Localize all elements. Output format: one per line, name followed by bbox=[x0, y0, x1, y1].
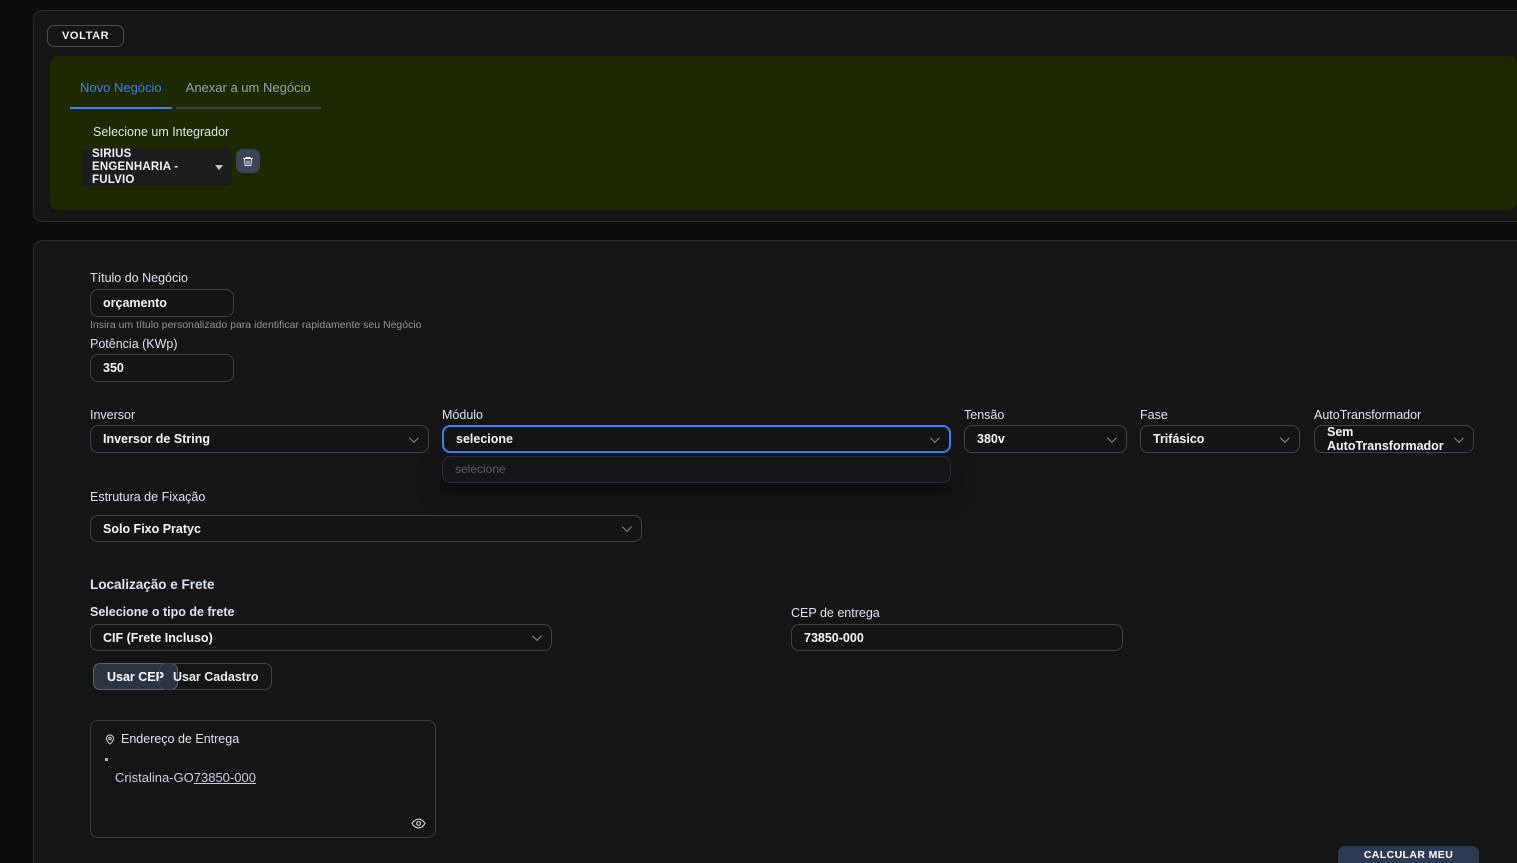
map-pin-icon bbox=[104, 733, 116, 746]
inversor-label: Inversor bbox=[90, 408, 135, 422]
delivery-address-card: Endereço de Entrega Cristalina-GO73850-0… bbox=[90, 720, 436, 838]
cep-input[interactable]: 73850-000 bbox=[791, 624, 1123, 651]
freight-type-select[interactable]: CIF (Frete Incluso) bbox=[90, 624, 552, 651]
fase-select[interactable]: Trifásico bbox=[1140, 425, 1300, 453]
address-city: Cristalina-GO bbox=[115, 770, 194, 785]
deal-title-helper: Insira um título personalizado para iden… bbox=[90, 319, 422, 331]
autotransformador-value: Sem AutoTransformador bbox=[1327, 425, 1446, 453]
use-registry-button[interactable]: Usar Cadastro bbox=[159, 663, 272, 690]
calculate-system-button[interactable]: CALCULAR MEU SISTEMA bbox=[1338, 846, 1479, 863]
tab-anexar-negocio[interactable]: Anexar a um Negócio bbox=[176, 76, 321, 109]
modulo-label: Módulo bbox=[442, 408, 483, 422]
chevron-down-icon bbox=[1107, 433, 1117, 443]
caret-down-icon bbox=[215, 165, 223, 170]
chevron-down-icon bbox=[1280, 433, 1290, 443]
eye-icon bbox=[411, 816, 426, 831]
estrutura-label: Estrutura de Fixação bbox=[90, 490, 205, 504]
integrator-panel: Novo Negócio Anexar a um Negócio Selecio… bbox=[50, 56, 1517, 210]
chevron-down-icon bbox=[409, 433, 419, 443]
modulo-select[interactable]: selecione bbox=[442, 425, 951, 453]
trash-icon bbox=[242, 155, 254, 168]
delivery-address-header: Endereço de Entrega bbox=[104, 732, 239, 746]
inversor-select[interactable]: Inversor de String bbox=[90, 425, 429, 453]
tensao-label: Tensão bbox=[964, 408, 1004, 422]
power-input[interactable]: 350 bbox=[90, 354, 234, 382]
integrator-selected-value: SIRIUS ENGENHARIA - FULVIO bbox=[92, 148, 210, 188]
power-label: Potência (KWp) bbox=[90, 337, 178, 351]
page: VOLTAR Novo Negócio Anexar a um Negócio … bbox=[0, 0, 1517, 863]
autotransformador-select[interactable]: Sem AutoTransformador bbox=[1314, 425, 1474, 453]
chevron-down-icon bbox=[930, 433, 940, 443]
chevron-down-icon bbox=[1454, 433, 1464, 443]
estrutura-value: Solo Fixo Pratyc bbox=[103, 522, 201, 536]
chevron-down-icon bbox=[622, 522, 632, 532]
deal-form-card: Título do Negócio orçamento Insira um tí… bbox=[33, 240, 1517, 863]
tab-novo-negocio[interactable]: Novo Negócio bbox=[70, 76, 172, 109]
integrator-label: Selecione um Integrador bbox=[93, 125, 229, 139]
chevron-down-icon bbox=[532, 631, 542, 641]
address-cep-link[interactable]: 73850-000 bbox=[194, 770, 256, 785]
integrator-select[interactable]: SIRIUS ENGENHARIA - FULVIO bbox=[82, 149, 232, 186]
freight-type-label: Selecione o tipo de frete bbox=[90, 605, 234, 619]
fase-label: Fase bbox=[1140, 408, 1168, 422]
back-button[interactable]: VOLTAR bbox=[47, 25, 124, 47]
view-address-button[interactable] bbox=[411, 816, 426, 831]
deal-title-label: Título do Negócio bbox=[90, 271, 188, 285]
cep-label: CEP de entrega bbox=[791, 606, 880, 620]
fase-value: Trifásico bbox=[1153, 432, 1204, 446]
deal-title-input[interactable]: orçamento bbox=[90, 289, 234, 317]
estrutura-select[interactable]: Solo Fixo Pratyc bbox=[90, 515, 642, 542]
modulo-value: selecione bbox=[456, 432, 513, 446]
modulo-dropdown: selecione bbox=[442, 456, 951, 483]
tensao-select[interactable]: 380v bbox=[964, 425, 1127, 453]
remove-integrator-button[interactable] bbox=[236, 149, 260, 173]
freight-section-title: Localização e Frete bbox=[90, 577, 215, 592]
tab-bar: Novo Negócio Anexar a um Negócio bbox=[70, 76, 325, 109]
bullet-dot bbox=[105, 758, 108, 761]
freight-type-value: CIF (Frete Incluso) bbox=[103, 631, 213, 645]
modulo-dropdown-option[interactable]: selecione bbox=[443, 457, 950, 482]
delivery-address-title: Endereço de Entrega bbox=[121, 732, 239, 746]
tensao-value: 380v bbox=[977, 432, 1005, 446]
delivery-address-line: Cristalina-GO73850-000 bbox=[115, 770, 256, 785]
inversor-value: Inversor de String bbox=[103, 432, 210, 446]
integrator-card: VOLTAR Novo Negócio Anexar a um Negócio … bbox=[33, 10, 1517, 222]
autotransformador-label: AutoTransformador bbox=[1314, 408, 1421, 422]
